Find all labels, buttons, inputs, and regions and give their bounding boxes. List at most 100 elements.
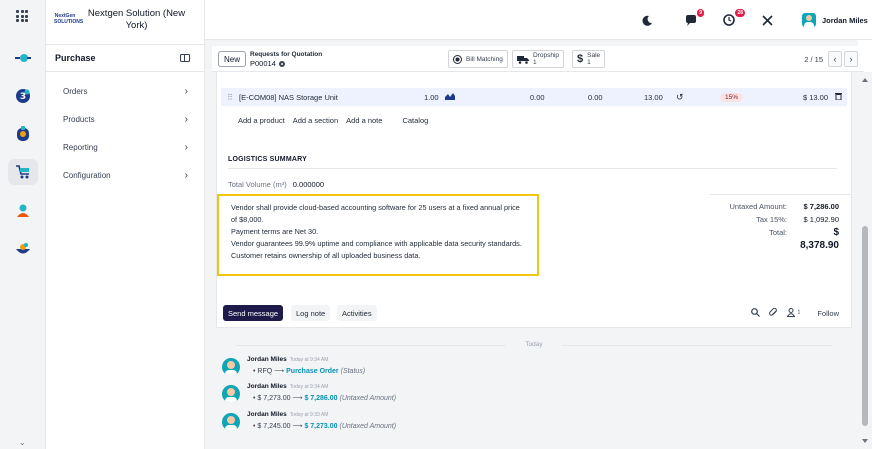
chatter-actions: 1 Follow	[751, 307, 839, 319]
sidebar-item-label: Products	[63, 114, 95, 124]
line-tax-badge[interactable]: 15%	[720, 92, 744, 102]
order-line-row[interactable]: ⠿ [E-COM08] NAS Storage Unit 1.00 0.00 0…	[221, 88, 847, 106]
message-time: Today at 9:34 AM	[289, 384, 329, 390]
forecast-chart-icon[interactable]	[445, 92, 455, 102]
rail-more-icon[interactable]: ⌄	[19, 438, 26, 447]
discuss-app-icon[interactable]	[8, 45, 38, 71]
author-avatar[interactable]	[222, 358, 240, 376]
sidebar: NextGen SOLUTIONS Nextgen Solution (New …	[46, 0, 205, 449]
pager-next-button[interactable]: ›	[844, 51, 858, 67]
tracked-field: (Untaxed Amount)	[339, 395, 397, 402]
author-name[interactable]: Jordan Miles	[247, 411, 287, 418]
company-brand[interactable]: NextGen SOLUTIONS Nextgen Solution (New …	[54, 8, 189, 32]
note-line: Customer retains ownership of all upload…	[231, 251, 421, 260]
sales-app-icon[interactable]	[8, 236, 38, 262]
truck-icon	[517, 55, 529, 64]
sidebar-item-orders[interactable]: Orders ›	[63, 84, 188, 98]
pager-value[interactable]: 2 / 15	[804, 55, 823, 64]
message-time: Today at 9:33 AM	[289, 412, 329, 418]
chat-count-badge: 9	[697, 9, 704, 17]
breadcrumb: Requests for Quotation P00014	[250, 50, 322, 68]
breadcrumb-parent[interactable]: Requests for Quotation	[250, 50, 322, 59]
logistics-title: LOGISTICS SUMMARY	[228, 156, 307, 163]
crm-app-icon[interactable]	[8, 198, 38, 224]
line-actions: Add a product Add a section Add a note C…	[238, 116, 428, 125]
sidebar-item-label: Orders	[63, 86, 88, 96]
scroll-up-icon[interactable]	[862, 78, 868, 82]
sidebar-header: Purchase	[46, 44, 204, 72]
paperclip-icon[interactable]	[769, 307, 778, 319]
user-icon	[787, 308, 796, 317]
line-product[interactable]: [E-COM08] NAS Storage Unit	[239, 93, 338, 102]
sale-button[interactable]: $ Sale 1	[572, 50, 606, 68]
line-subtotal: $ 13.00	[803, 92, 829, 102]
drag-handle-icon[interactable]: ⠿	[227, 93, 233, 102]
follow-button[interactable]: Follow	[817, 309, 839, 318]
chatter: Send message Log note Activities 1 Follo…	[216, 298, 852, 449]
purchase-app-icon[interactable]	[8, 159, 38, 185]
collapse-sidebar-icon[interactable]	[180, 54, 190, 62]
record-name: P00014	[250, 59, 276, 68]
old-value: $ 7,273.00	[257, 395, 291, 402]
terms-notes-field[interactable]: Vendor shall provide cloud-based account…	[217, 194, 539, 276]
chatter-toolbar: Send message Log note Activities 1 Follo…	[216, 298, 852, 328]
top-bar: 9 28 Jordan Miles	[205, 0, 872, 40]
order-totals: Untaxed Amount: $ 7,286.00 Tax 15%: $ 1,09…	[699, 200, 839, 252]
company-logo: NextGen SOLUTIONS	[54, 13, 84, 25]
reset-icon[interactable]: ↺	[676, 92, 684, 103]
add-product-link[interactable]: Add a product	[238, 116, 285, 125]
add-note-link[interactable]: Add a note	[346, 116, 382, 125]
company-name: Nextgen Solution (New York)	[87, 8, 186, 31]
user-name: Jordan Miles	[822, 15, 868, 25]
message-time: Today at 9:34 AM	[289, 357, 329, 363]
send-message-button[interactable]: Send message	[223, 305, 284, 321]
pager-previous-button[interactable]: ‹	[828, 51, 842, 67]
sidebar-item-reporting[interactable]: Reporting ›	[63, 140, 188, 154]
author-name[interactable]: Jordan Miles	[247, 383, 287, 390]
follower-count: 1	[797, 309, 801, 316]
line-unit-price[interactable]: 13.00	[644, 93, 663, 102]
followers-button[interactable]: 1	[787, 308, 800, 319]
chevron-right-icon: ›	[184, 169, 188, 181]
log-note-button[interactable]: Log note	[291, 305, 331, 321]
scrollbar-thumb[interactable]	[862, 226, 868, 426]
scroll-down-icon[interactable]	[862, 439, 868, 443]
section-divider	[228, 168, 837, 169]
note-line: Vendor guarantees 99.9% uptime and compl…	[231, 239, 522, 248]
dollar-icon: $	[577, 53, 584, 65]
tools-icon[interactable]	[762, 12, 773, 28]
form-sheet: ⠿ [E-COM08] NAS Storage Unit 1.00 0.00 0…	[216, 72, 852, 298]
totals-divider	[709, 194, 851, 195]
author-avatar[interactable]	[222, 413, 240, 431]
bill-matching-button[interactable]: Bill Matching	[448, 50, 508, 68]
user-menu[interactable]: Jordan Miles	[802, 12, 868, 28]
author-name[interactable]: Jordan Miles	[247, 356, 287, 363]
dropship-button[interactable]: Dropship 1	[512, 50, 565, 68]
chat-icon[interactable]: 9	[685, 9, 704, 28]
apps-menu-icon[interactable]	[16, 10, 28, 22]
scrollbar[interactable]	[858, 72, 872, 449]
volume-value[interactable]: 0.000000	[293, 180, 324, 189]
activities-button[interactable]: Activities	[337, 305, 377, 321]
moon-icon[interactable]	[642, 12, 653, 28]
todo-app-icon[interactable]: 3	[8, 83, 38, 109]
author-avatar[interactable]	[222, 385, 240, 403]
smart-button-value: 1	[587, 59, 591, 66]
gear-icon[interactable]	[278, 60, 285, 67]
new-button[interactable]: New	[218, 51, 247, 67]
search-icon[interactable]	[751, 308, 761, 319]
user-avatar	[802, 13, 816, 27]
catalog-link[interactable]: Catalog	[402, 116, 428, 125]
smart-button-value: 1	[533, 59, 537, 66]
add-section-link[interactable]: Add a section	[293, 116, 338, 125]
contacts-app-icon[interactable]	[8, 121, 38, 147]
sidebar-item-products[interactable]: Products ›	[63, 112, 188, 126]
sidebar-item-configuration[interactable]: Configuration ›	[63, 168, 188, 182]
old-value: $ 7,245.00	[257, 423, 291, 430]
line-col-a[interactable]: 0.00	[530, 93, 545, 102]
line-col-b[interactable]: 0.00	[588, 93, 603, 102]
total-value: $ 8,378.90	[800, 227, 839, 251]
line-quantity[interactable]: 1.00	[424, 93, 439, 102]
trash-icon[interactable]	[835, 92, 842, 102]
activity-clock-icon[interactable]: 28	[723, 9, 745, 28]
